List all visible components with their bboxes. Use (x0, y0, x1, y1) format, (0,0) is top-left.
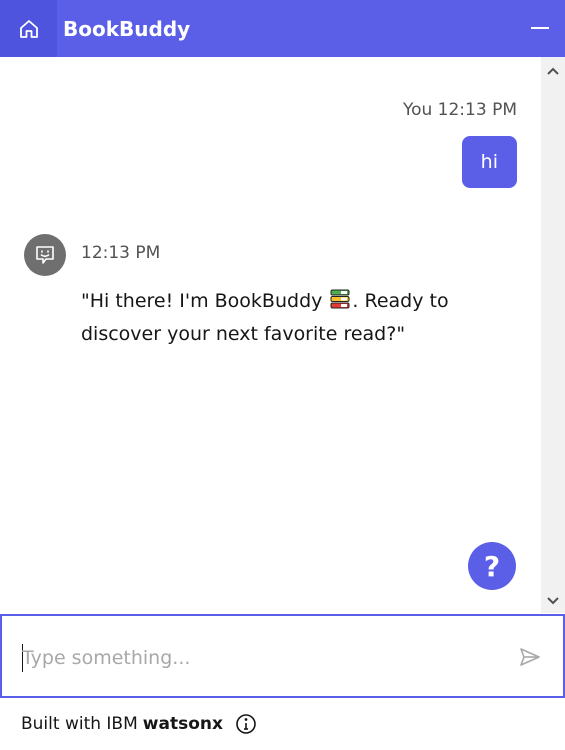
home-button[interactable] (0, 0, 57, 57)
minimize-button[interactable] (525, 14, 555, 42)
chevron-down-icon (547, 597, 559, 605)
chat-title: BookBuddy (63, 16, 191, 41)
user-message-text: hi (480, 151, 498, 173)
bot-avatar (24, 234, 66, 276)
bot-message-text: "Hi there! I'm BookBuddy . Ready to disc… (81, 286, 511, 349)
user-sender-label: You (402, 100, 433, 120)
message-input[interactable] (22, 640, 492, 676)
user-message-time: 12:13 PM (437, 100, 517, 120)
books-emoji-icon (329, 288, 351, 319)
user-message-meta: You 12:13 PM (403, 100, 517, 120)
message-scrollbar[interactable] (541, 57, 565, 613)
message-input-area (0, 614, 565, 698)
scroll-down-button[interactable] (541, 589, 565, 613)
info-icon (236, 714, 256, 734)
home-icon (19, 19, 38, 38)
info-button[interactable] (235, 713, 257, 735)
send-button[interactable] (517, 644, 543, 670)
footer-brand: watsonx (142, 714, 223, 734)
send-icon (520, 648, 540, 666)
minimize-icon (531, 27, 549, 29)
chat-footer: Built with IBM watsonx (0, 698, 565, 750)
scroll-up-button[interactable] (541, 59, 565, 83)
bot-message-text-start: "Hi there! I'm BookBuddy (81, 290, 329, 312)
help-button[interactable]: ? (468, 542, 516, 590)
chatbot-avatar-icon (36, 246, 54, 264)
chevron-up-icon (547, 67, 559, 75)
message-list: You 12:13 PM hi 12:13 PM "Hi there! I'm … (0, 57, 541, 613)
bot-message-time: 12:13 PM (81, 243, 161, 263)
user-message-bubble: hi (461, 136, 517, 188)
chat-header: BookBuddy (0, 0, 565, 57)
footer-prefix: Built with IBM (21, 714, 138, 734)
help-button-label: ? (483, 549, 501, 583)
